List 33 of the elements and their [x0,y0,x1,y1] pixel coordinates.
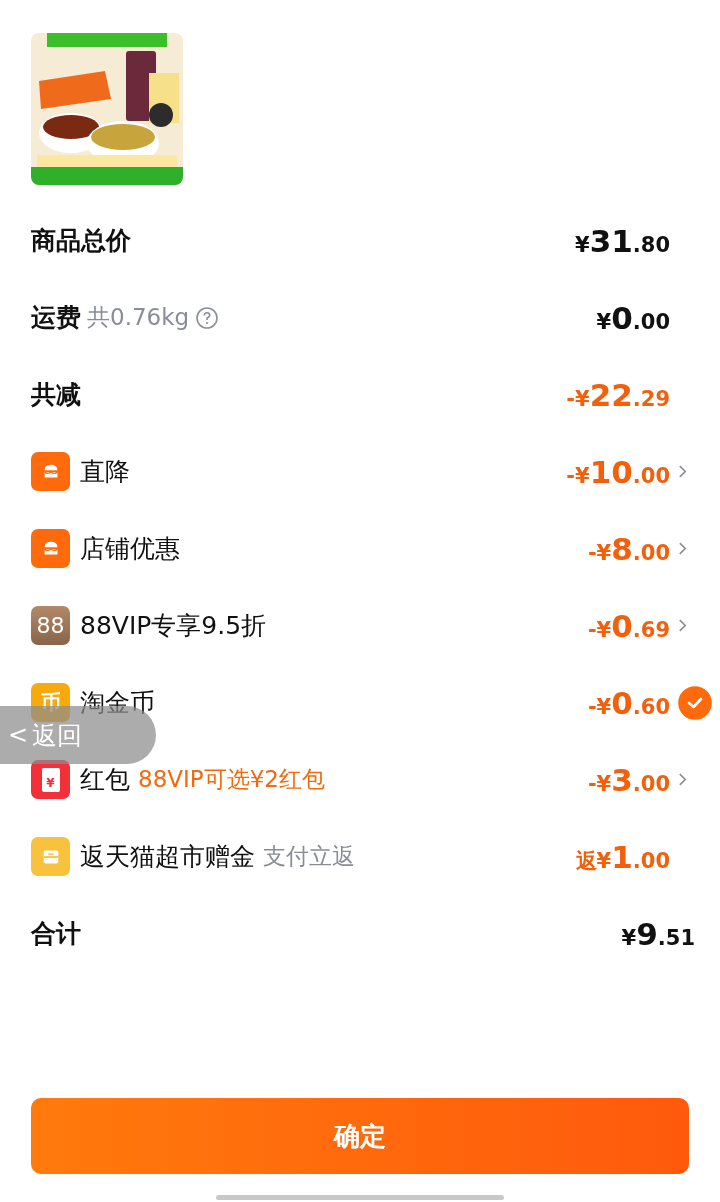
row-label: 合计 [31,918,81,950]
amount: -¥0.69 [587,607,670,644]
amount: -¥3.00 [587,761,670,798]
row-label: 运费 [31,302,81,334]
amount: ¥9.51 [621,915,695,952]
note-text: 共0.76kg [87,303,190,332]
chevron-icon[interactable] [678,464,687,479]
row-label: 共减 [31,379,81,411]
amount: -¥0.60 [587,684,670,721]
row-label: 直降 [80,456,130,488]
discount-icon [31,837,70,876]
confirm-button[interactable]: 确定 [31,1098,689,1174]
amount: ¥31.80 [575,222,670,259]
amount: -¥10.00 [566,453,670,490]
amount: 返¥1.00 [575,838,670,875]
help-icon[interactable] [195,305,220,330]
promo-text: 88VIP可选¥2红包 [138,765,325,794]
chevron-icon[interactable] [678,772,687,787]
row-label: 商品总价 [31,225,131,257]
row-label: 店铺优惠 [80,533,180,565]
amount: -¥8.00 [587,530,670,567]
check-icon[interactable] [678,685,712,720]
row-label: 88VIP专享9.5折 [80,610,267,642]
discount-icon [31,452,70,491]
row-label: 返天猫超市赠金 [80,841,255,873]
note-text: 支付立返 [263,842,355,871]
amount: -¥22.29 [566,376,670,413]
discount-icon [31,529,70,568]
discount-icon: 88 [31,606,70,645]
chevron-icon[interactable] [678,618,687,633]
amount: ¥0.00 [596,299,670,336]
chevron-icon[interactable] [678,541,687,556]
row-label: 红包 [80,764,130,796]
